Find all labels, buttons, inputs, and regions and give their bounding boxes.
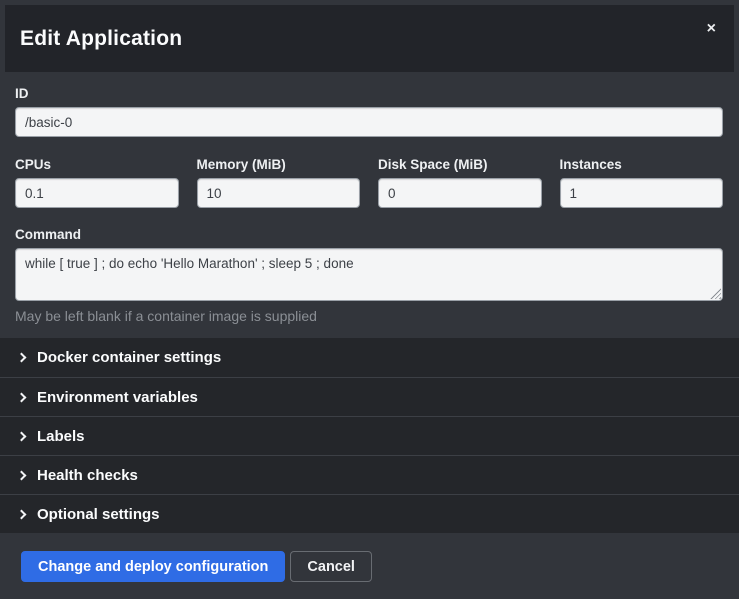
command-textarea-wrap [15, 248, 723, 301]
id-field-group: ID [15, 86, 723, 137]
section-label: Labels [37, 428, 85, 445]
section-environment-variables[interactable]: Environment variables [0, 377, 739, 416]
chevron-right-icon [17, 470, 27, 480]
edit-application-modal: Edit Application × ID CPUs Memory (MiB) … [0, 0, 739, 599]
chevron-right-icon [17, 509, 27, 519]
modal-header: Edit Application × [5, 5, 734, 72]
section-label: Environment variables [37, 389, 198, 406]
section-docker-container-settings[interactable]: Docker container settings [0, 338, 739, 377]
memory-label: Memory (MiB) [197, 157, 361, 172]
chevron-right-icon [17, 392, 27, 402]
cpus-field-group: CPUs [15, 157, 179, 208]
memory-field-group: Memory (MiB) [197, 157, 361, 208]
command-textarea[interactable] [15, 248, 723, 301]
command-help-text: May be left blank if a container image i… [15, 308, 723, 324]
section-label: Health checks [37, 467, 138, 484]
disk-field-group: Disk Space (MiB) [378, 157, 542, 208]
section-health-checks[interactable]: Health checks [0, 455, 739, 494]
section-label: Optional settings [37, 506, 160, 523]
modal-footer: Change and deploy configuration Cancel [0, 533, 739, 599]
command-label: Command [15, 227, 723, 242]
close-icon[interactable]: × [703, 19, 720, 39]
disk-label: Disk Space (MiB) [378, 157, 542, 172]
instances-label: Instances [560, 157, 724, 172]
id-input[interactable] [15, 107, 723, 137]
chevron-right-icon [17, 353, 27, 363]
section-labels[interactable]: Labels [0, 416, 739, 455]
section-label: Docker container settings [37, 349, 221, 366]
id-label: ID [15, 86, 723, 101]
instances-input[interactable] [560, 178, 724, 208]
command-field-group: Command May be left blank if a container… [15, 227, 723, 324]
change-and-deploy-button[interactable]: Change and deploy configuration [21, 551, 285, 582]
cpus-label: CPUs [15, 157, 179, 172]
chevron-right-icon [17, 431, 27, 441]
memory-input[interactable] [197, 178, 361, 208]
modal-title: Edit Application [20, 27, 182, 51]
cpus-input[interactable] [15, 178, 179, 208]
resources-row: CPUs Memory (MiB) Disk Space (MiB) Insta… [15, 157, 723, 208]
instances-field-group: Instances [560, 157, 724, 208]
accordion-sections: Docker container settings Environment va… [0, 338, 739, 533]
disk-input[interactable] [378, 178, 542, 208]
modal-body: ID CPUs Memory (MiB) Disk Space (MiB) In… [0, 72, 739, 338]
section-optional-settings[interactable]: Optional settings [0, 494, 739, 533]
cancel-button[interactable]: Cancel [290, 551, 372, 582]
